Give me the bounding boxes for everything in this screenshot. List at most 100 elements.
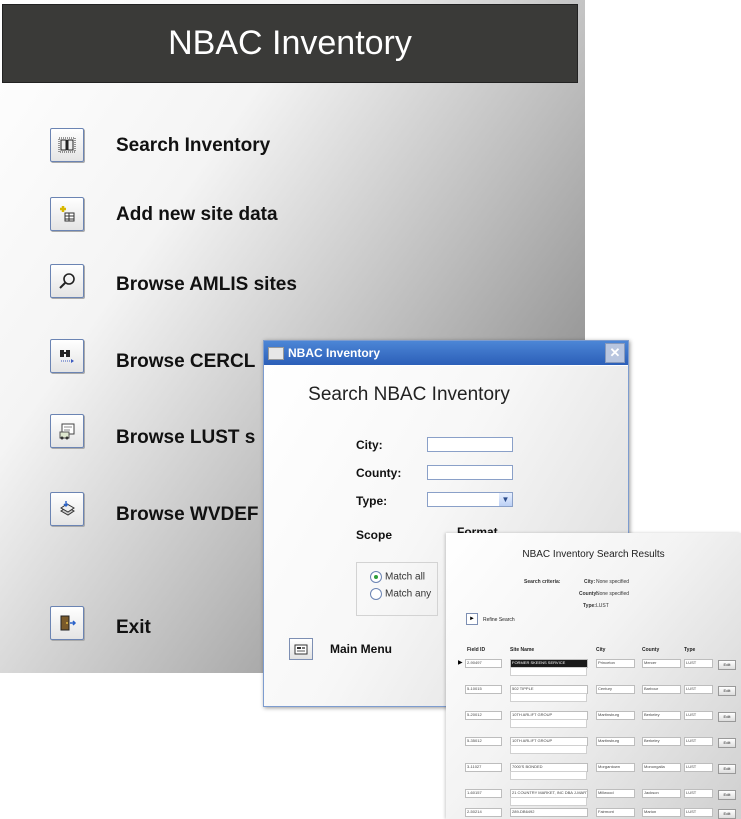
site-name-subfield	[510, 771, 587, 780]
city-cell[interactable]: Morgantown	[596, 763, 635, 772]
city-input[interactable]	[427, 437, 513, 452]
county-cell[interactable]: Monongalia	[642, 763, 681, 772]
binoculars-icon	[60, 350, 74, 363]
city-label: City:	[356, 438, 383, 452]
table-row[interactable]: 3-11027 7000'S BONDED Morgantown Mononga…	[446, 760, 741, 786]
main-menu-button[interactable]	[289, 638, 313, 660]
col-site-name: Site Name	[510, 647, 535, 653]
browse-cercl-label[interactable]: Browse CERCL	[116, 351, 255, 373]
browse-amlis-button[interactable]	[50, 264, 84, 298]
city-cell[interactable]: Martinsburg	[596, 737, 635, 746]
search-inventory-label[interactable]: Search Inventory	[116, 135, 270, 157]
search-inventory-button[interactable]	[50, 128, 84, 162]
county-cell[interactable]: Berkeley	[642, 737, 681, 746]
edit-button[interactable]: Edit	[718, 738, 736, 748]
main-menu-label[interactable]: Main Menu	[330, 642, 392, 656]
add-new-site-data-button[interactable]	[50, 197, 84, 231]
main-title-bar: NBAC Inventory	[2, 4, 578, 83]
browse-lust-label[interactable]: Browse LUST s	[116, 427, 255, 449]
col-field-id: Field ID	[467, 647, 486, 653]
add-new-site-data-label[interactable]: Add new site data	[116, 204, 278, 226]
main-title: NBAC Inventory	[168, 24, 412, 62]
match-all-option[interactable]: Match all	[370, 571, 425, 583]
refine-search-label[interactable]: Refine Search	[483, 617, 515, 623]
site-name-subfield	[510, 693, 587, 702]
city-cell[interactable]: Millwood	[596, 789, 635, 798]
city-cell[interactable]: Princeton	[596, 659, 635, 668]
field-id-cell[interactable]: 2-50214	[465, 808, 502, 817]
table-row[interactable]: 5-35012 10TH ARLIFT GROUP Martinsburg Be…	[446, 734, 741, 760]
type-cell[interactable]: LUST	[684, 659, 713, 668]
site-name-subfield	[510, 719, 587, 728]
match-any-option[interactable]: Match any	[370, 588, 431, 600]
search-heading: Search NBAC Inventory	[308, 384, 510, 405]
criteria-city-label: City:	[584, 579, 596, 585]
county-cell[interactable]: Mercer	[642, 659, 681, 668]
type-cell[interactable]: LUST	[684, 685, 713, 694]
match-any-label[interactable]: Match any	[385, 589, 431, 600]
edit-button[interactable]: Edit	[718, 660, 736, 670]
field-id-cell[interactable]: 5-10015	[465, 685, 502, 694]
edit-button[interactable]: Edit	[718, 790, 736, 800]
edit-button[interactable]: Edit	[718, 686, 736, 696]
city-cell[interactable]: Martinsburg	[596, 711, 635, 720]
col-county: County	[642, 647, 660, 653]
close-button[interactable]: ✕	[605, 343, 625, 363]
browse-wvdef-label[interactable]: Browse WVDEF	[116, 504, 259, 526]
col-city: City	[596, 647, 606, 653]
stacked-forms-icon	[60, 501, 75, 516]
browse-lust-button[interactable]	[50, 414, 84, 448]
type-cell[interactable]: LUST	[684, 789, 713, 798]
county-cell[interactable]: Marion	[642, 808, 681, 817]
city-cell[interactable]: Fairmont	[596, 808, 635, 817]
form-window-icon	[268, 346, 284, 360]
search-results-panel: NBAC Inventory Search Results Search cri…	[446, 533, 741, 819]
table-row[interactable]: 5-20012 10TH ARLIFT GROUP Martinsburg Be…	[446, 708, 741, 734]
site-name-subfield	[510, 745, 587, 754]
table-row[interactable]: 2-50214 289-DB6492 Fairmont Marion LUST …	[446, 805, 741, 819]
exit-button[interactable]	[50, 606, 84, 640]
add-record-icon	[60, 206, 75, 222]
type-select[interactable]: ▼	[427, 492, 513, 507]
open-book-icon	[58, 137, 76, 153]
browse-cercl-button[interactable]	[50, 339, 84, 373]
match-all-label[interactable]: Match all	[385, 572, 425, 583]
type-cell[interactable]: LUST	[684, 763, 713, 772]
col-type: Type	[684, 647, 696, 653]
chevron-down-icon[interactable]: ▼	[499, 493, 512, 506]
field-id-cell[interactable]: 2-90497	[465, 659, 502, 668]
scope-label: Scope	[356, 528, 393, 542]
field-id-cell[interactable]: 3-11027	[465, 763, 502, 772]
county-cell[interactable]: Jackson	[642, 789, 681, 798]
browse-wvdef-button[interactable]	[50, 492, 84, 526]
field-id-cell[interactable]: 5-20012	[465, 711, 502, 720]
exit-label[interactable]: Exit	[116, 617, 151, 639]
results-title: NBAC Inventory Search Results	[522, 549, 665, 560]
criteria-type-value: LUST	[596, 603, 609, 609]
table-row[interactable]: 5-10015 502 TIPPLE Century Barbour LUST …	[446, 682, 741, 708]
edit-button[interactable]: Edit	[718, 764, 736, 774]
county-cell[interactable]: Berkeley	[642, 711, 681, 720]
field-id-cell[interactable]: 1-60157	[465, 789, 502, 798]
site-name-cell[interactable]: 289-DB6492	[510, 808, 588, 817]
browse-amlis-label[interactable]: Browse AMLIS sites	[116, 274, 297, 296]
match-any-radio[interactable]	[370, 588, 382, 600]
county-label: County:	[356, 466, 402, 480]
city-cell[interactable]: Century	[596, 685, 635, 694]
match-all-radio[interactable]	[370, 571, 382, 583]
type-cell[interactable]: LUST	[684, 808, 713, 817]
type-cell[interactable]: LUST	[684, 737, 713, 746]
type-label: Type:	[356, 494, 388, 508]
search-criteria-label: Search criteria:	[524, 579, 561, 585]
magnifier-icon	[59, 273, 75, 289]
county-input[interactable]	[427, 465, 513, 480]
county-cell[interactable]: Barbour	[642, 685, 681, 694]
refine-search-button[interactable]: ►	[466, 613, 478, 625]
search-dialog-titlebar[interactable]: NBAC Inventory ✕	[264, 341, 628, 365]
edit-button[interactable]: Edit	[718, 712, 736, 722]
edit-button[interactable]: Edit	[718, 809, 736, 819]
table-row[interactable]: ▶ 2-90497 FORMER SKEENS SERVICE Princeto…	[446, 656, 741, 682]
field-id-cell[interactable]: 5-35012	[465, 737, 502, 746]
type-cell[interactable]: LUST	[684, 711, 713, 720]
criteria-county-value: None specified	[596, 591, 630, 597]
